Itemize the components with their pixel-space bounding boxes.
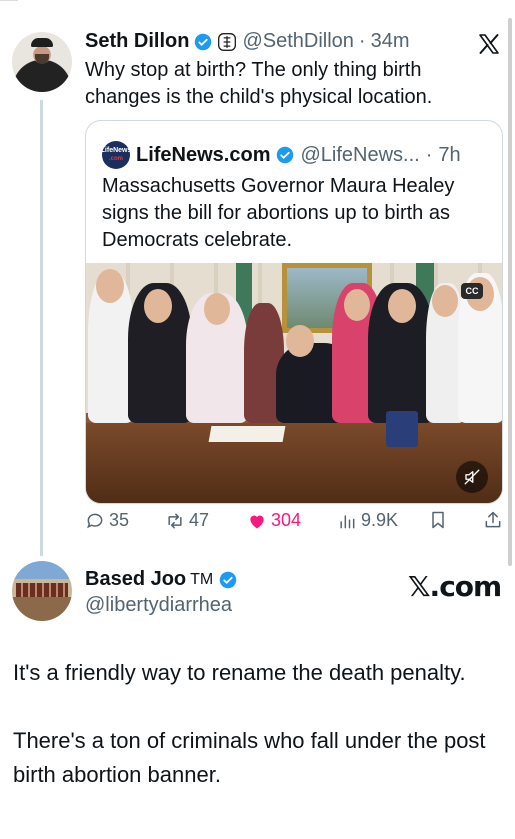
timestamp[interactable]: 34m [371,30,410,53]
quoted-author-name[interactable]: LifeNews.com [136,144,270,167]
muted-speaker-icon [464,469,480,485]
share-icon [485,511,501,528]
captions-button[interactable]: CC [461,283,483,299]
repost-count: 47 [189,510,210,530]
reply-icon [87,513,103,528]
author-name[interactable]: Based Joo [85,568,186,591]
author-handle[interactable]: @SethDillon [242,30,353,53]
avatar[interactable] [12,32,72,92]
separator-dot: · [358,30,366,52]
bookmark-icon [432,511,444,529]
like-count: 304 [271,510,302,530]
avatar[interactable] [12,561,72,621]
quoted-avatar[interactable]: LifeNews .com [100,141,132,169]
tweet-text: Why stop at birth? The only thing birth … [85,59,433,108]
tweet2-paragraph: It's a friendly way to rename the death … [13,660,466,685]
quoted-avatar-subtext: .com [108,156,123,162]
views-button[interactable]: 9.9K [337,510,398,531]
reply-count: 35 [109,510,130,530]
author-handle[interactable]: @libertydiarrhea [85,594,232,617]
verified-badge-icon [220,571,237,588]
scrollbar[interactable] [508,18,512,566]
mute-button[interactable] [456,461,488,493]
trademark-mark: TM [190,570,214,588]
quoted-tweet-text: Massachusetts Governor Maura Healey sign… [102,175,455,251]
view-count: 9.9K [361,510,399,530]
x-logo-icon [479,34,499,54]
tweet-action-bar: 35 47 304 9.9K [85,510,505,534]
separator-dot: · [425,143,433,166]
bookmark-button[interactable] [428,510,448,530]
quoted-timestamp[interactable]: 7h [438,144,460,167]
tweet2-paragraph: There's a ton of criminals who fall unde… [13,728,486,787]
verified-badge-icon [277,146,294,164]
quoted-avatar-text: LifeNews [100,147,132,154]
tweet-header: Seth Dillon @SethDillon · 34m [85,30,410,53]
thread-connector-line [40,100,43,556]
verified-badge-icon [195,33,212,50]
affiliate-badge-icon [218,32,237,51]
repost-icon [168,513,182,528]
reply-button[interactable]: 35 [85,510,129,531]
views-chart-icon [340,514,355,528]
tweet2-header: Based Joo TM [85,568,237,591]
video-media[interactable]: CC [86,263,502,503]
divider [0,0,18,1]
tweet2-text: It's a friendly way to rename the death … [13,656,503,792]
share-button[interactable] [483,510,503,530]
like-button[interactable]: 304 [247,510,301,531]
xcom-watermark: 𝕏.com [408,570,502,603]
heart-filled-icon [250,515,264,528]
quoted-tweet-header: LifeNews .com LifeNews.com @LifeNews... … [100,141,461,169]
author-name[interactable]: Seth Dillon [85,30,189,53]
quoted-author-handle[interactable]: @LifeNews... [300,144,419,167]
repost-button[interactable]: 47 [165,510,209,531]
quoted-tweet-card[interactable]: LifeNews .com LifeNews.com @LifeNews... … [85,120,503,504]
